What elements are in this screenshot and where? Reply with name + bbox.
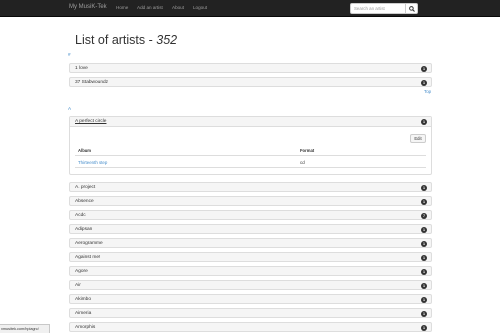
- artist-name: Absence: [75, 199, 94, 204]
- album-count-badge: 1: [421, 119, 427, 125]
- page-title-text: List of artists -: [75, 33, 157, 47]
- album-link[interactable]: Thirteenth step: [78, 160, 107, 165]
- artist-row[interactable]: A. project 1: [69, 182, 432, 192]
- album-count-badge: 1: [421, 297, 427, 303]
- nav-about[interactable]: About: [172, 5, 184, 10]
- album-count-badge: 1: [421, 241, 427, 247]
- search-form: [350, 3, 418, 14]
- artist-name: Amorphis: [75, 325, 96, 330]
- artist-panel-header[interactable]: A perfect circle 1: [70, 117, 431, 127]
- edit-button[interactable]: Edit: [410, 134, 426, 143]
- artist-row[interactable]: Adipsan 1: [69, 224, 432, 234]
- artist-name: Agore: [75, 269, 88, 274]
- album-count-badge: 1: [421, 80, 427, 86]
- artist-name: A. project: [75, 185, 96, 190]
- album-count-badge: 1: [421, 255, 427, 261]
- album-count-badge: 1: [421, 227, 427, 233]
- table-divider: [75, 167, 426, 168]
- nav-home[interactable]: Home: [116, 5, 128, 10]
- brand-link[interactable]: My MusiK-Tek: [69, 4, 107, 10]
- artist-row[interactable]: Air 1: [69, 280, 432, 290]
- album-count-badge: 7: [421, 213, 427, 219]
- artist-row[interactable]: Amorphis 1: [69, 322, 432, 332]
- search-button[interactable]: [406, 3, 418, 14]
- album-format: cd: [300, 160, 305, 165]
- album-count-badge: 1: [421, 199, 427, 205]
- album-count-badge: 1: [421, 269, 427, 275]
- artist-name: A perfect circle: [75, 119, 107, 124]
- artist-name: Aerogramme: [75, 241, 103, 246]
- table-divider: [75, 155, 426, 156]
- album-count-badge: 1: [421, 66, 427, 72]
- album-count-badge: 1: [421, 185, 427, 191]
- artist-row[interactable]: Acdc 7: [69, 210, 432, 220]
- artist-row[interactable]: Absence 1: [69, 196, 432, 206]
- search-icon: [409, 6, 415, 12]
- artist-name: Adipsan: [75, 227, 93, 232]
- letter-anchor-a[interactable]: A: [68, 106, 71, 111]
- artist-count: 352: [156, 33, 178, 47]
- artist-panel-expanded: A perfect circle 1 Edit Album Format Thi…: [69, 116, 432, 175]
- album-column-header: Album: [78, 148, 92, 153]
- back-to-top-link[interactable]: Top: [424, 89, 431, 94]
- artist-name: Air: [75, 283, 81, 288]
- artist-row[interactable]: Agore 1: [69, 266, 432, 276]
- artist-name: 1 love: [75, 66, 88, 71]
- artist-row[interactable]: Against me! 1: [69, 252, 432, 262]
- top-navbar: My MusiK-Tek Home Add an artist About Lo…: [0, 0, 500, 17]
- nav-logout[interactable]: Logout: [193, 5, 207, 10]
- artist-row[interactable]: 1 love 1: [69, 63, 432, 73]
- page-title: List of artists - 352: [75, 33, 177, 47]
- album-count-badge: 1: [421, 311, 427, 317]
- artist-name: Against me!: [75, 255, 101, 260]
- album-count-badge: 1: [421, 283, 427, 289]
- letter-anchor-hash[interactable]: #: [68, 52, 71, 57]
- status-bar-url: xmusitek.com/hpiagrc/: [0, 324, 50, 333]
- format-column-header: Format: [300, 148, 315, 153]
- artist-row[interactable]: Akimbo 1: [69, 294, 432, 304]
- artist-row[interactable]: Aerogramme 1: [69, 238, 432, 248]
- artist-name: Acdc: [75, 213, 86, 218]
- artist-row[interactable]: 37 Stabwoundz 1: [69, 77, 432, 87]
- artist-name: Akimbo: [75, 297, 91, 302]
- artist-name: 37 Stabwoundz: [75, 80, 109, 85]
- artist-row[interactable]: Aimeria 1: [69, 308, 432, 318]
- artist-name: Aimeria: [75, 311, 92, 316]
- album-count-badge: 1: [421, 325, 427, 331]
- nav-add-artist[interactable]: Add an artist: [137, 5, 163, 10]
- search-input[interactable]: [350, 3, 406, 14]
